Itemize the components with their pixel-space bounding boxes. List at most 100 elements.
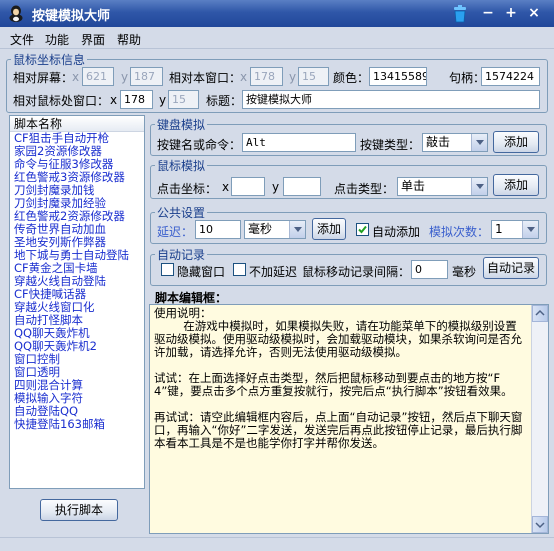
- rel-mouse-win-x-label: x: [110, 93, 118, 107]
- menu-file[interactable]: 文件: [10, 31, 34, 48]
- script-editor[interactable]: 使用说明： 在游戏中模拟时，如果模拟失败，请在功能菜单下的模拟级别设置驱动级模拟…: [149, 304, 549, 534]
- script-list-item[interactable]: 穿越火线自动登陆: [10, 275, 144, 288]
- common-add-button[interactable]: 添加: [312, 218, 346, 240]
- script-list-item[interactable]: CF狙击手自动开枪: [10, 132, 144, 145]
- script-list-item[interactable]: 红色警戒2资源修改器: [10, 210, 144, 223]
- rel-screen-y-field: 187: [130, 67, 163, 86]
- script-list-item[interactable]: 家园2资源修改器: [10, 145, 144, 158]
- script-editor-text[interactable]: 使用说明： 在游戏中模拟时，如果模拟失败，请在功能菜单下的模拟级别设置驱动级模拟…: [154, 307, 528, 450]
- script-list-header[interactable]: 脚本名称: [10, 116, 144, 132]
- click-x-input[interactable]: [231, 177, 265, 196]
- rel-mouse-win-label: 相对鼠标处窗口：: [13, 94, 110, 108]
- window-title-field[interactable]: 按键模拟大师: [242, 90, 540, 109]
- delay-input[interactable]: 10: [195, 220, 241, 239]
- rel-screen-x-label: x: [72, 70, 80, 84]
- script-list-item[interactable]: 四则混合计算: [10, 379, 144, 392]
- click-y-label: y: [272, 180, 280, 194]
- check-icon: [358, 225, 367, 234]
- auto-record-button[interactable]: 自动记录: [483, 257, 539, 279]
- mouse-add-button[interactable]: 添加: [493, 174, 539, 196]
- keyboard-add-button[interactable]: 添加: [493, 131, 539, 153]
- rel-mouse-win-x-field[interactable]: 178: [120, 90, 153, 109]
- no-delay-checkbox[interactable]: [233, 263, 246, 276]
- key-type-label: 按键类型：: [360, 138, 421, 152]
- key-name-input[interactable]: Alt: [242, 133, 356, 152]
- status-bar: [0, 537, 554, 551]
- handle-label: 句柄：: [449, 71, 486, 85]
- app-icon: [9, 5, 23, 22]
- mouse-info-legend: 鼠标坐标信息: [13, 53, 86, 67]
- maximize-icon[interactable]: +: [503, 6, 519, 22]
- script-list-item[interactable]: 快捷登陆163邮箱: [10, 418, 144, 431]
- script-list-item[interactable]: QQ聊天轰炸机: [10, 327, 144, 340]
- click-type-label: 点击类型：: [334, 182, 395, 196]
- menu-interface[interactable]: 界面: [81, 31, 105, 48]
- mouse-sim-legend: 鼠标模拟: [157, 159, 206, 173]
- color-label: 颜色：: [333, 71, 370, 85]
- handle-field[interactable]: 1574224: [481, 67, 540, 86]
- rel-window-x-label: x: [240, 70, 248, 84]
- repeat-count-select[interactable]: 1: [491, 220, 539, 239]
- delay-unit-select[interactable]: 毫秒: [244, 220, 306, 239]
- no-delay-label: 不加延迟: [249, 265, 298, 279]
- auto-add-checkbox[interactable]: [356, 223, 369, 236]
- rel-screen-label: 相对屏幕：: [13, 71, 74, 85]
- script-list-item[interactable]: 窗口透明: [10, 366, 144, 379]
- chevron-down-icon[interactable]: [471, 178, 487, 195]
- script-list-item[interactable]: CF黄金之国卡墙: [10, 262, 144, 275]
- key-type-select[interactable]: 敲击: [422, 133, 488, 152]
- script-list-item[interactable]: 窗口控制: [10, 353, 144, 366]
- script-list-item[interactable]: 地下城与勇士自动登陆: [10, 249, 144, 262]
- hide-window-checkbox[interactable]: [161, 263, 174, 276]
- script-list-item[interactable]: 命令与征服3修改器: [10, 158, 144, 171]
- interval-input[interactable]: 0: [411, 260, 448, 279]
- click-y-input[interactable]: [283, 177, 321, 196]
- script-list-item[interactable]: 圣地安列斯作弊器: [10, 236, 144, 249]
- auto-add-label: 自动添加: [372, 225, 421, 239]
- menu-bar: 文件 功能 界面 帮助: [0, 27, 554, 49]
- close-icon[interactable]: ×: [526, 6, 542, 22]
- chevron-down-icon[interactable]: [471, 134, 487, 151]
- color-field[interactable]: 13415589: [369, 67, 427, 86]
- trash-icon[interactable]: [452, 4, 468, 23]
- script-list-item[interactable]: 自动打怪脚本: [10, 314, 144, 327]
- chevron-down-icon[interactable]: [522, 221, 538, 238]
- rel-mouse-win-y-label: y: [159, 93, 167, 107]
- minimize-icon[interactable]: −: [480, 6, 496, 22]
- key-type-value: 敲击: [426, 135, 451, 149]
- script-list-item[interactable]: 传奇世界自动加血: [10, 223, 144, 236]
- scroll-down-icon[interactable]: [532, 516, 548, 533]
- rel-window-label: 相对本窗口：: [169, 71, 242, 85]
- window-title-label: 标题：: [206, 94, 243, 108]
- script-list-item[interactable]: CF快捷喊话器: [10, 288, 144, 301]
- script-list-item[interactable]: 模拟输入字符: [10, 392, 144, 405]
- hide-window-label: 隐藏窗口: [177, 265, 226, 279]
- chevron-down-icon[interactable]: [289, 221, 305, 238]
- rel-window-x-field: 178: [250, 67, 283, 86]
- delay-label: 延迟：: [157, 225, 194, 239]
- menu-help[interactable]: 帮助: [117, 31, 141, 48]
- rel-mouse-win-y-field: 15: [168, 90, 199, 109]
- scroll-up-icon[interactable]: [532, 305, 548, 322]
- interval-unit-label: 毫秒: [452, 265, 477, 279]
- run-script-button[interactable]: 执行脚本: [40, 499, 118, 521]
- key-name-label: 按键名或命令：: [157, 138, 242, 152]
- delay-unit-value: 毫秒: [248, 222, 273, 236]
- click-type-select[interactable]: 单击: [397, 177, 488, 196]
- rel-window-y-field: 15: [298, 67, 329, 86]
- keyboard-legend: 键盘模拟: [157, 118, 206, 132]
- rel-screen-y-label: y: [121, 70, 129, 84]
- menu-function[interactable]: 功能: [45, 31, 69, 48]
- rel-screen-x-field: 621: [82, 67, 114, 86]
- editor-scrollbar[interactable]: [531, 305, 548, 533]
- auto-record-legend: 自动记录: [157, 248, 206, 262]
- repeat-count-value: 1: [495, 222, 503, 236]
- repeat-count-label: 模拟次数：: [429, 225, 490, 239]
- script-list-item[interactable]: 红色警戒3资源修改器: [10, 171, 144, 184]
- script-list[interactable]: 脚本名称 CF狙击手自动开枪 家园2资源修改器 命令与征服3修改器 红色警戒3资源修改…: [9, 115, 145, 489]
- script-list-item[interactable]: 刀剑封魔录加钱: [10, 184, 144, 197]
- script-list-item[interactable]: 刀剑封魔录加经验: [10, 197, 144, 210]
- script-list-item[interactable]: 穿越火线窗口化: [10, 301, 144, 314]
- script-list-item[interactable]: QQ聊天轰炸机2: [10, 340, 144, 353]
- script-list-item[interactable]: 自动登陆QQ: [10, 405, 144, 418]
